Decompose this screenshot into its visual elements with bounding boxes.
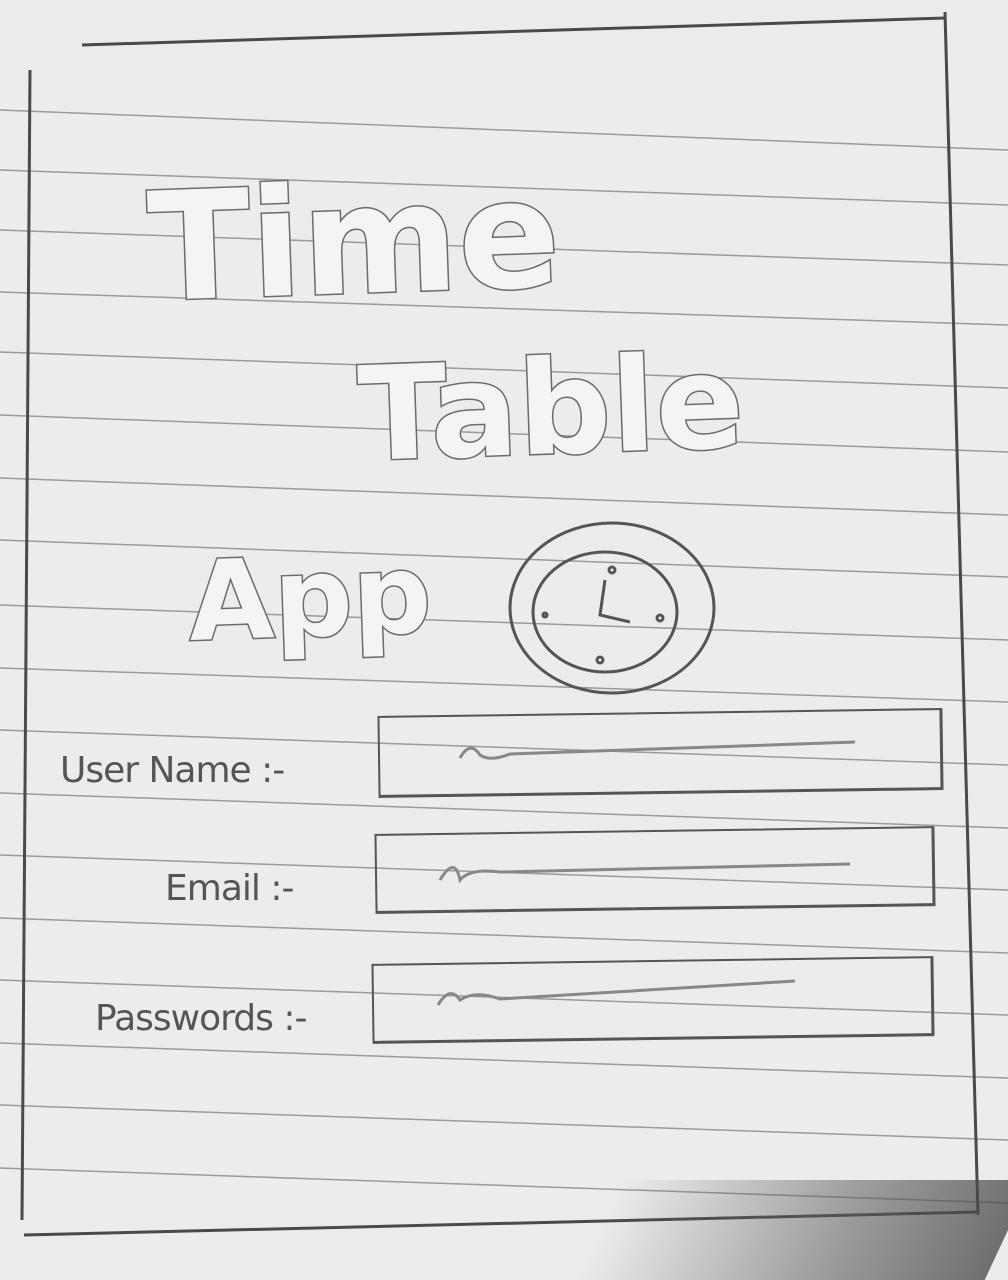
email-input[interactable]: [374, 826, 936, 914]
username-input[interactable]: [377, 708, 944, 798]
clock-icon: [508, 521, 716, 695]
title-line-app: App: [186, 530, 433, 666]
password-input[interactable]: [371, 956, 935, 1044]
password-label: Passwords :-: [95, 998, 307, 1039]
title-line-table: Table: [356, 326, 747, 491]
title-line-time: Time: [145, 148, 563, 336]
app-title-art: Time Table App: [144, 146, 748, 695]
email-label: Email :-: [165, 868, 294, 909]
username-label: User Name :-: [60, 750, 285, 791]
notebook-page: Time Table App User Name :- Email :- Pas…: [0, 0, 1008, 1280]
